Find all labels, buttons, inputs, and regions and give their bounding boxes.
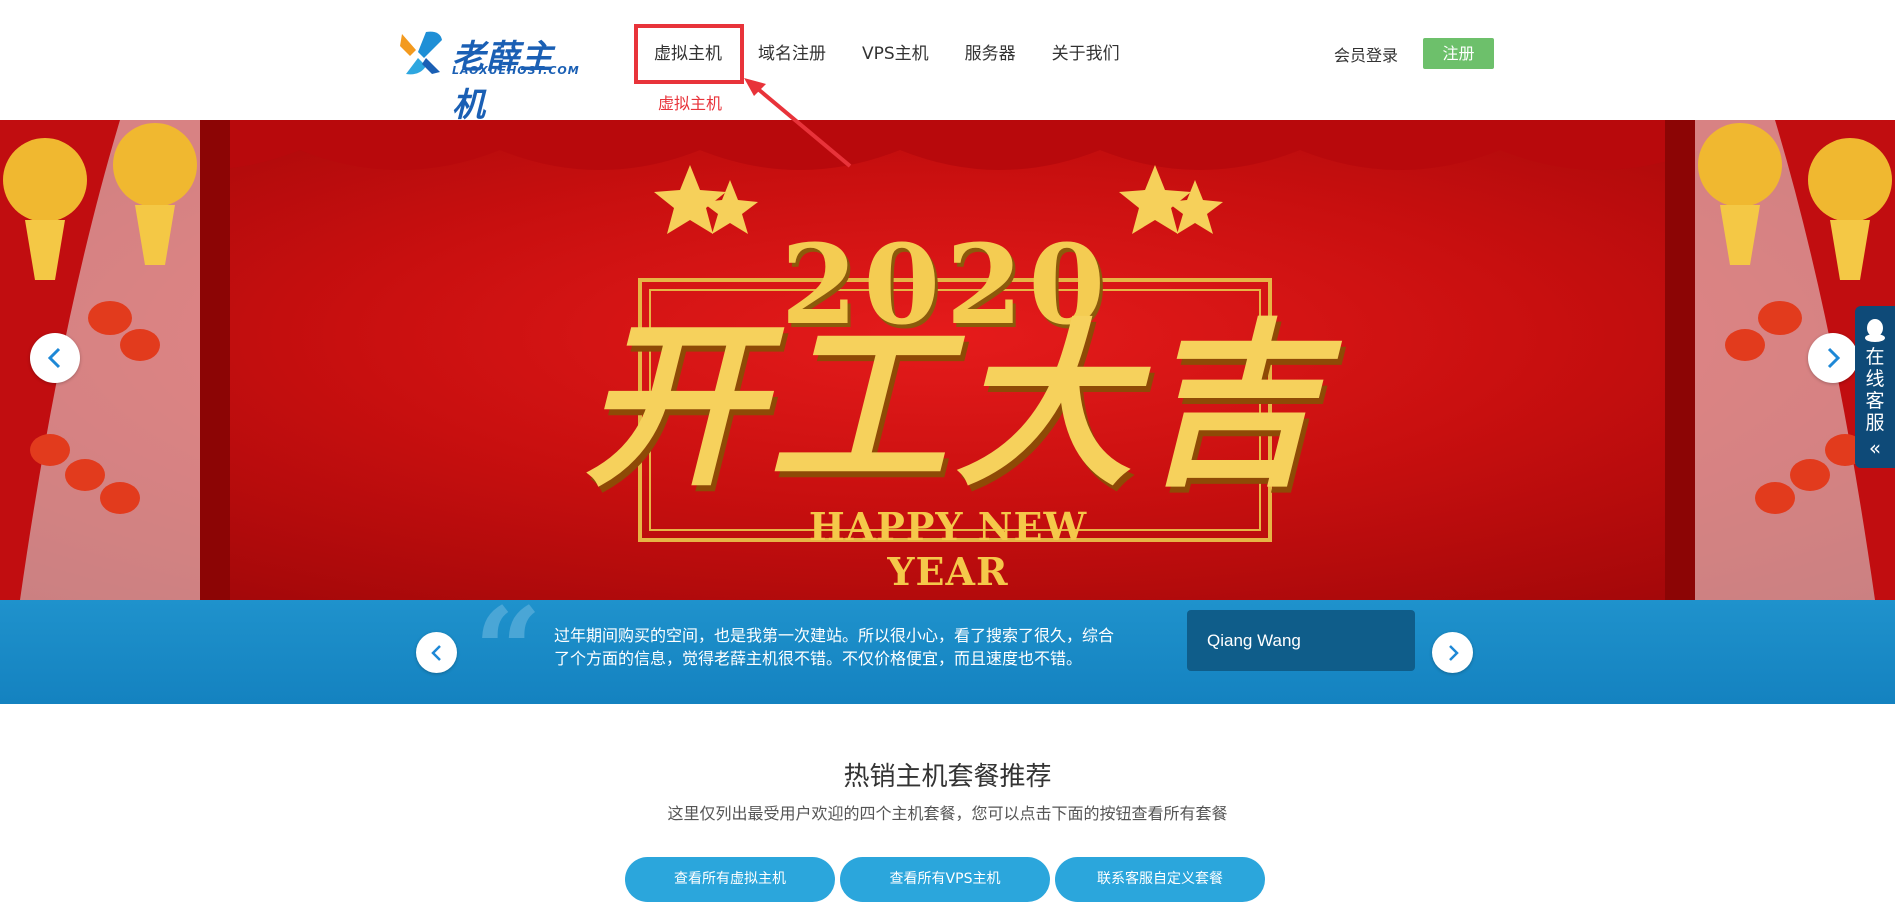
- banner-title: 开工大吉: [583, 303, 1327, 510]
- chevron-right-icon: [1827, 347, 1841, 369]
- section-title: 热销主机套餐推荐: [843, 762, 1052, 792]
- chevron-left-icon: [430, 644, 441, 661]
- logo-subtext: LAOXUEHOST.COM: [452, 64, 580, 77]
- hero-banner: 2020 开工大吉 HAPPY NEW YEAR: [0, 120, 1895, 600]
- nav-item-about[interactable]: 关于我们: [1034, 0, 1138, 108]
- site-header: 老薛主机 LAOXUEHOST.COM 虚拟主机 域名注册 VPS主机 服务器 …: [0, 0, 1895, 124]
- logo-x-icon: [400, 31, 442, 75]
- view-all-vps-button[interactable]: 查看所有VPS主机: [840, 857, 1050, 902]
- logo-text: 老薛主机: [452, 37, 554, 124]
- custom-package-button[interactable]: 联系客服自定义套餐: [1055, 857, 1265, 902]
- section-subtitle: 这里仅列出最受用户欢迎的四个主机套餐，您可以点击下面的按钮查看所有套餐: [667, 804, 1228, 823]
- testimonial-next-button[interactable]: [1432, 632, 1473, 673]
- site-logo[interactable]: 老薛主机 LAOXUEHOST.COM: [396, 28, 586, 124]
- cta-button-row: 查看所有虚拟主机 查看所有VPS主机 联系客服自定义套餐: [625, 857, 1270, 902]
- testimonial-author: Qiang Wang: [1187, 610, 1415, 671]
- annotation-arrow-icon: [744, 78, 852, 168]
- qq-icon: [1865, 319, 1885, 342]
- testimonial-band: “ 过年期间购买的空间，也是我第一次建站。所以很小心，看了搜索了很久，综合了个方…: [0, 592, 1895, 710]
- highlight-annotation-box: [634, 24, 744, 84]
- testimonial-text: 过年期间购买的空间，也是我第一次建站。所以很小心，看了搜索了很久，综合了个方面的…: [554, 626, 1115, 668]
- member-login-link[interactable]: 会员登录: [1334, 42, 1398, 66]
- view-all-virtual-host-button[interactable]: 查看所有虚拟主机: [625, 857, 835, 902]
- chevron-right-icon: [1448, 644, 1459, 661]
- quote-icon: “: [474, 581, 542, 720]
- banner-prev-button[interactable]: [30, 333, 80, 383]
- register-button[interactable]: 注册: [1423, 38, 1494, 69]
- nav-hover-hint: 虚拟主机: [658, 94, 723, 113]
- online-service-widget[interactable]: 在线客服 «: [1855, 306, 1895, 468]
- testimonial-prev-button[interactable]: [416, 632, 457, 673]
- banner-next-button[interactable]: [1808, 333, 1858, 383]
- double-chevron-left-icon[interactable]: «: [1855, 436, 1895, 460]
- banner-subtitle: HAPPY NEW YEAR: [808, 504, 1088, 594]
- nav-item-server[interactable]: 服务器: [947, 0, 1034, 108]
- chevron-left-icon: [47, 347, 61, 369]
- online-service-label: 在线客服: [1865, 346, 1885, 434]
